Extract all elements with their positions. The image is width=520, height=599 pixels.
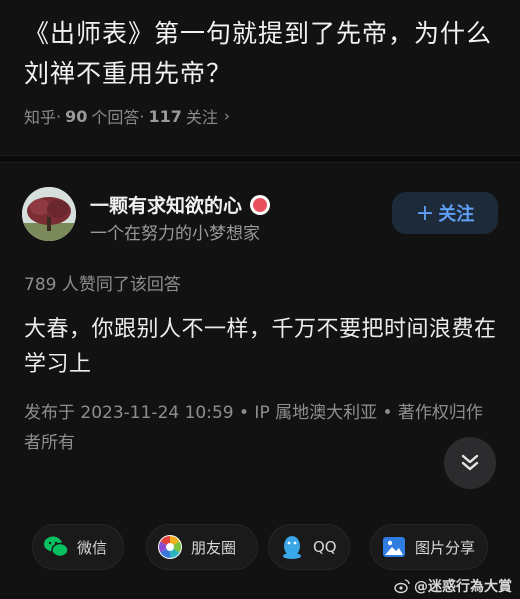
followers-label: 关注: [185, 108, 218, 127]
author-name: 一颗有求知欲的心: [90, 195, 243, 217]
follow-button[interactable]: + 关注: [392, 192, 498, 234]
share-wechat-button[interactable]: 微信: [32, 524, 124, 570]
share-image-button[interactable]: 图片分享: [370, 524, 488, 570]
followers-count: 117: [148, 106, 182, 126]
share-qq-label: QQ: [313, 538, 337, 556]
moments-icon: [157, 534, 183, 560]
chevron-right-icon: ›: [223, 107, 230, 125]
share-moments-button[interactable]: 朋友圈: [146, 524, 258, 570]
wechat-icon: [43, 534, 69, 560]
question-title[interactable]: 《出师表》第一句就提到了先帝，为什么刘禅不重用先帝？: [24, 14, 504, 94]
share-image-label: 图片分享: [415, 538, 476, 557]
avatar[interactable]: [22, 187, 76, 241]
upvote-count: 789 人赞同了该回答: [24, 275, 181, 295]
question-meta[interactable]: 知乎 · 90 个回答 · 117 关注 ›: [24, 104, 504, 128]
answers-label: 个回答: [91, 108, 140, 127]
author-bio: 一个在努力的小梦想家: [90, 224, 260, 244]
author-row: 一颗有求知欲的心 一个在努力的小梦想家 + 关注: [22, 187, 502, 244]
question-header: 《出师表》第一句就提到了先帝，为什么刘禅不重用先帝？ 知乎 · 90 个回答 ·…: [24, 14, 504, 128]
follow-label: 关注: [438, 204, 475, 225]
plus-icon: +: [415, 200, 435, 226]
share-wechat-label: 微信: [77, 538, 108, 557]
publish-info: 发布于 2023-11-24 10:59 • IP 属地澳大利亚 • 著作权归作…: [24, 403, 483, 453]
badge-icon: [250, 194, 271, 215]
answers-count: 90: [65, 106, 88, 126]
scroll-down-button[interactable]: [444, 437, 496, 489]
watermark: @迷惑行為大賞: [394, 576, 512, 596]
share-qq-button[interactable]: QQ: [268, 524, 350, 570]
separator-dot: ·: [56, 106, 62, 126]
author-name-row[interactable]: 一颗有求知欲的心: [90, 191, 271, 218]
watermark-text: @迷惑行為大賞: [414, 579, 512, 595]
source-label: 知乎: [24, 108, 57, 127]
share-bar: 微信 朋友圈 QQ 图片分享: [32, 524, 492, 570]
image-icon: [381, 534, 407, 560]
answer-content: 大春，你跟别人不一样，千万不要把时间浪费在学习上: [24, 317, 497, 377]
share-moments-label: 朋友圈: [191, 538, 237, 557]
section-divider: [0, 155, 520, 163]
separator-dot: ·: [139, 106, 145, 126]
weibo-icon: [394, 579, 410, 594]
qq-icon: [279, 534, 305, 560]
double-chevron-down-icon: [461, 454, 479, 471]
